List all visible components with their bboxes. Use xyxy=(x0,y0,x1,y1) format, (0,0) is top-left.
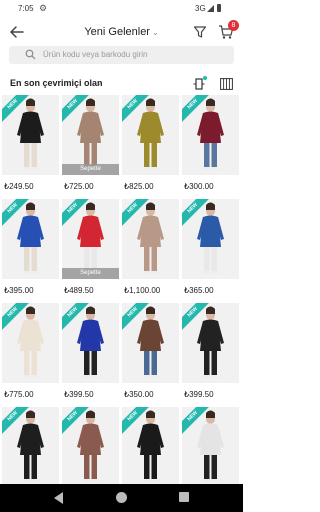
product-price: ₺365.00 xyxy=(184,286,214,295)
product-card[interactable]: NEW Sepette ₺489.50 xyxy=(62,199,119,302)
product-price: ₺399.50 xyxy=(184,390,214,399)
product-image[interactable]: NEW xyxy=(182,199,239,279)
product-price: ₺775.00 xyxy=(4,390,34,399)
product-image[interactable]: NEW Sepette xyxy=(62,199,119,279)
chevron-down-icon: ⌄ xyxy=(151,28,159,37)
product-card[interactable]: NEW ₺775.00 xyxy=(2,303,59,406)
product-image[interactable]: NEW xyxy=(2,95,59,175)
nav-home-icon[interactable] xyxy=(116,492,127,503)
product-image[interactable]: NEW xyxy=(62,407,119,487)
product-price: ₺399.50 xyxy=(64,390,94,399)
system-nav-bar xyxy=(0,484,243,512)
product-image[interactable]: NEW xyxy=(182,303,239,383)
product-card[interactable]: NEW Sepette ₺725.00 xyxy=(62,95,119,198)
product-image[interactable]: NEW xyxy=(2,199,59,279)
search-input[interactable]: Ürün kodu veya barkodu girin xyxy=(9,46,234,64)
product-price: ₺725.00 xyxy=(64,182,94,191)
product-price: ₺300.00 xyxy=(184,182,214,191)
settings-status-icon: ⚙ xyxy=(39,3,48,13)
search-placeholder: Ürün kodu veya barkodu girin xyxy=(43,50,148,59)
product-image[interactable]: NEW Sepette xyxy=(62,95,119,175)
status-time: 7:05 xyxy=(18,4,34,13)
network-type: 3G xyxy=(195,4,206,13)
product-card[interactable]: NEW ₺399.50 xyxy=(182,303,239,406)
active-view-indicator xyxy=(203,76,207,80)
product-image[interactable]: NEW xyxy=(2,303,59,383)
filter-icon[interactable] xyxy=(193,25,207,39)
top-app-bar: Yeni Gelenler ⌄ 8 xyxy=(0,20,243,44)
cart-count-badge: 8 xyxy=(228,20,239,31)
in-cart-label: Sepette xyxy=(62,268,119,279)
product-price: ₺489.50 xyxy=(64,286,94,295)
product-card[interactable]: NEW ₺249.50 xyxy=(2,95,59,198)
product-price: ₺350.00 xyxy=(124,390,154,399)
sort-bar: En son çevrimiçi olan ⌄ xyxy=(0,76,243,92)
product-image[interactable]: NEW xyxy=(122,407,179,487)
nav-recents-icon[interactable] xyxy=(179,492,189,502)
status-bar: 7:05 ⚙ 3G xyxy=(0,0,243,18)
search-icon xyxy=(25,49,36,60)
product-card[interactable]: NEW ₺365.00 xyxy=(182,199,239,302)
product-price: ₺395.00 xyxy=(4,286,34,295)
product-card[interactable]: NEW ₺300.00 xyxy=(182,95,239,198)
product-image[interactable]: NEW xyxy=(182,95,239,175)
product-card[interactable]: NEW ₺825.00 xyxy=(122,95,179,198)
product-image[interactable]: NEW xyxy=(122,95,179,175)
product-price: ₺1,100.00 xyxy=(124,286,161,295)
page-title-text: Yeni Gelenler xyxy=(84,26,150,38)
product-price: ₺249.50 xyxy=(4,182,34,191)
product-price: ₺825.00 xyxy=(124,182,154,191)
signal-icon xyxy=(207,5,214,12)
product-card[interactable]: NEW ₺395.00 xyxy=(2,199,59,302)
nav-back-icon[interactable] xyxy=(54,492,63,504)
chevron-down-icon[interactable]: ⌄ xyxy=(96,79,102,87)
product-image[interactable]: NEW xyxy=(62,303,119,383)
grid-view-icon[interactable] xyxy=(220,78,233,90)
product-card[interactable]: NEW ₺399.50 xyxy=(62,303,119,406)
product-card[interactable]: NEW ₺350.00 xyxy=(122,303,179,406)
product-image[interactable]: NEW xyxy=(122,303,179,383)
in-cart-label: Sepette xyxy=(62,164,119,175)
product-image[interactable]: NEW xyxy=(182,407,239,487)
battery-icon xyxy=(217,4,221,12)
product-image[interactable]: NEW xyxy=(2,407,59,487)
product-image[interactable]: NEW xyxy=(122,199,179,279)
sort-dropdown-label[interactable]: En son çevrimiçi olan xyxy=(10,78,103,88)
product-card[interactable]: NEW ₺1,100.00 xyxy=(122,199,179,302)
